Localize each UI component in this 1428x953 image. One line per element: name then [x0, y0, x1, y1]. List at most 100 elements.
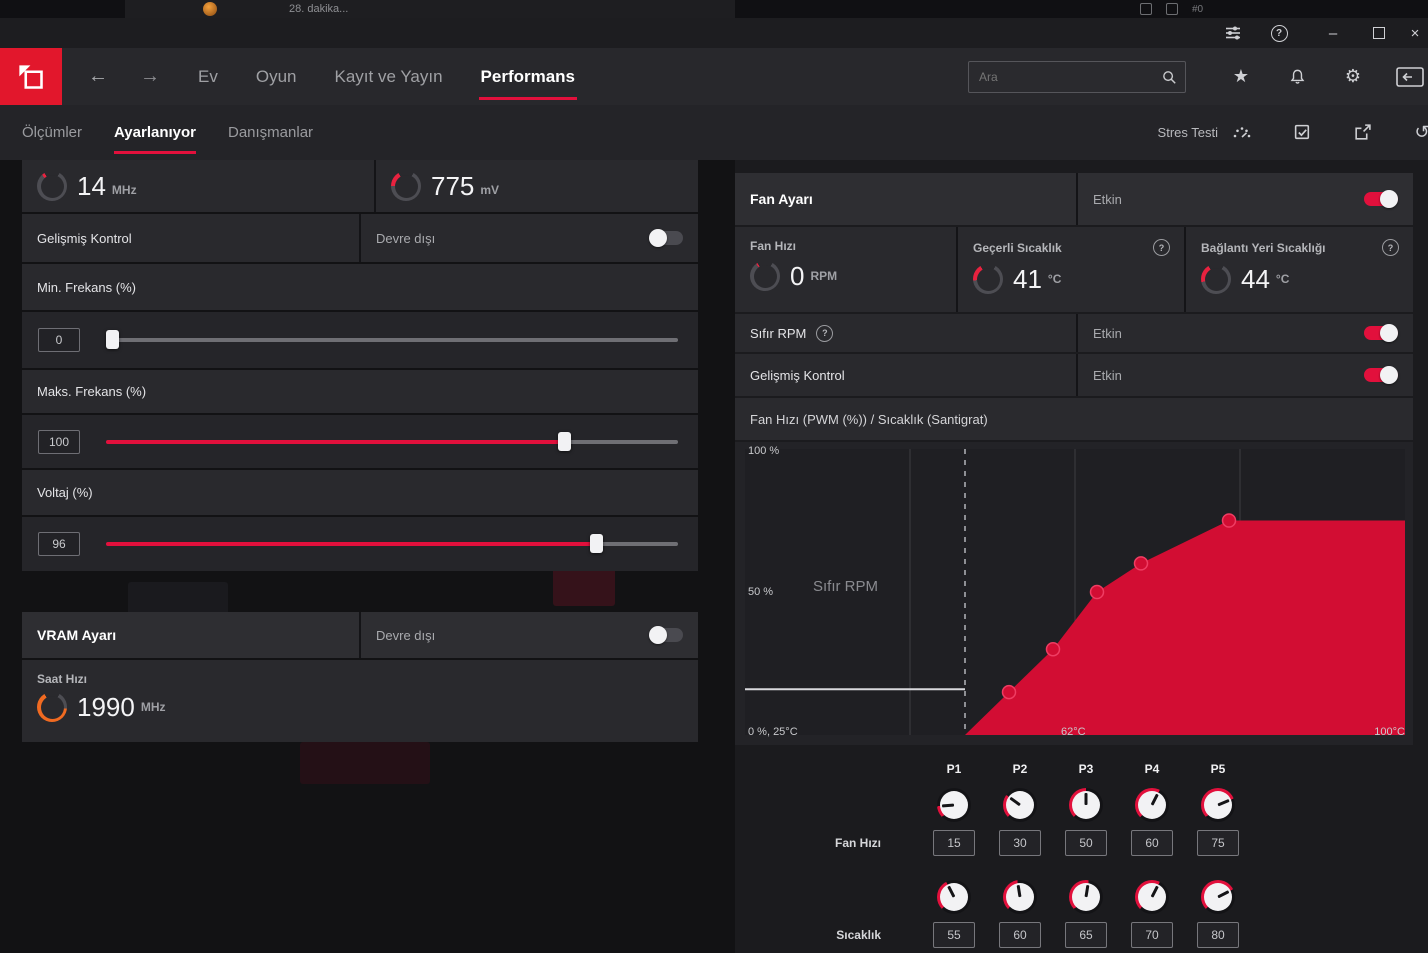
zero-rpm-help-icon[interactable]: ? [816, 324, 834, 342]
stress-test-label: Stres Testi [1157, 125, 1218, 140]
fan-speed-stat-label: Fan Hızı [750, 239, 797, 253]
vram-title: VRAM Ayarı [37, 627, 117, 643]
voltage-value: 775 [431, 170, 475, 201]
vram-clock-gauge [37, 692, 67, 722]
temperature-row-label: Sıcaklık [836, 928, 881, 942]
current-temp-help-icon[interactable]: ? [1153, 239, 1170, 256]
vram-header: VRAM Ayarı [22, 612, 359, 658]
temperature-knob-P2[interactable] [1003, 880, 1037, 914]
max-frequency-value-box[interactable]: 100 [38, 429, 80, 454]
reset-icon[interactable]: ↺ [1410, 121, 1428, 145]
background-window-fragment: 28. dakika... [125, 0, 735, 18]
advanced-control-state: Devre dışı [376, 230, 436, 246]
back-arrow-icon[interactable]: ← [88, 65, 108, 88]
fan-speed-value-P2[interactable]: 30 [999, 830, 1041, 856]
performance-subnav: Ölçümler Ayarlanıyor Danışmanlar Stres T… [0, 105, 1428, 160]
curve-point-header-P1: P1 [946, 762, 962, 776]
tab-tuning[interactable]: Ayarlanıyor [114, 105, 196, 160]
fan-advanced-toggle[interactable] [1364, 366, 1398, 384]
fan-speed-knob-P2[interactable] [1003, 788, 1037, 822]
nav-item-gaming[interactable]: Oyun [256, 48, 297, 105]
maximize-button[interactable] [1356, 18, 1402, 48]
curve-point-header-P5: P5 [1210, 762, 1226, 776]
fan-toggle[interactable] [1364, 190, 1398, 208]
minimize-button[interactable]: – [1310, 18, 1356, 48]
curve-point-header-P3: P3 [1078, 762, 1094, 776]
fan-speed-knob-P1[interactable] [937, 788, 971, 822]
close-button[interactable]: × [1402, 18, 1428, 48]
fan-curve-point-P1[interactable] [1001, 684, 1017, 700]
tuning-icon[interactable] [1210, 18, 1256, 48]
fan-curve-point-P5[interactable] [1221, 513, 1237, 528]
x-axis-100-label: 100°C [1374, 726, 1405, 738]
vram-clock-cell: Saat Hızı 1990 MHz [22, 660, 698, 742]
fan-curve-point-P2[interactable] [1045, 641, 1061, 657]
temperature-knob-P4[interactable] [1135, 880, 1169, 914]
tab-advisors[interactable]: Danışmanlar [228, 105, 313, 160]
curve-point-header-P4: P4 [1144, 762, 1160, 776]
temperature-knob-P3[interactable] [1069, 880, 1103, 914]
temperature-value-P5[interactable]: 80 [1197, 922, 1239, 948]
fan-speed-gauge [750, 261, 780, 291]
gpu-voltage-readout: 775 mV [374, 160, 698, 212]
auto-tuning-check-icon[interactable] [1290, 121, 1314, 145]
notifications-bell-icon[interactable] [1284, 64, 1310, 90]
temperature-knob-P1[interactable] [937, 880, 971, 914]
stress-test-control[interactable]: Stres Testi [1158, 121, 1254, 145]
min-frequency-slider[interactable] [105, 330, 678, 349]
fan-speed-knob-P5[interactable] [1201, 788, 1235, 822]
vram-toggle[interactable] [649, 626, 683, 644]
voltage-value-box[interactable]: 96 [38, 532, 80, 556]
fan-speed-unit: RPM [810, 269, 838, 283]
temperature-value-P3[interactable]: 65 [1065, 922, 1107, 948]
fan-speed-knob-P3[interactable] [1069, 788, 1103, 822]
fan-speed-value-P3[interactable]: 50 [1065, 830, 1107, 856]
voltage-slider-thumb[interactable] [590, 534, 604, 553]
min-frequency-value-box[interactable]: 0 [38, 328, 80, 352]
toggle-knob [649, 229, 667, 247]
nav-item-performance[interactable]: Performans [478, 48, 578, 105]
help-button[interactable]: ? [1256, 18, 1302, 48]
export-profile-icon[interactable] [1350, 121, 1374, 145]
backdrop-remnant [553, 568, 615, 606]
advanced-control-label: Gelişmiş Kontrol [37, 230, 132, 246]
settings-gear-icon[interactable]: ⚙ [1340, 64, 1366, 90]
fan-curve-point-table: P1 P2 P3 P4 P5 Fan Hızı 15 30 50 60 75 Sıcaklık 55 60… [735, 756, 1251, 950]
max-frequency-slider[interactable] [106, 431, 678, 451]
zero-rpm-toggle[interactable] [1364, 324, 1398, 342]
y-axis-50-label: 50 % [748, 586, 774, 598]
profile-panel-icon[interactable] [1394, 64, 1428, 90]
tab-metrics[interactable]: Ölçümler [22, 105, 82, 160]
junction-temp-help-icon[interactable]: ? [1382, 239, 1399, 256]
temperature-value-P2[interactable]: 60 [999, 922, 1041, 948]
amd-logo[interactable] [0, 48, 62, 105]
origin-label: 0 %, 25°C [748, 726, 798, 738]
frequency-unit: MHz [111, 183, 137, 197]
search-input[interactable] [977, 68, 1161, 85]
zero-rpm-label: Sıfır RPM [750, 325, 807, 341]
fan-curve-point-P3[interactable] [1089, 584, 1105, 600]
forward-arrow-icon[interactable]: → [140, 65, 160, 88]
fan-state-cell: Etkin [1076, 173, 1413, 225]
fan-speed-knob-P4[interactable] [1135, 788, 1169, 822]
fan-curve-point-P4[interactable] [1133, 556, 1149, 571]
min-frequency-slider-thumb[interactable] [105, 330, 119, 349]
nav-item-home[interactable]: Ev [198, 48, 218, 105]
current-temp-stat: Geçerli Sıcaklık ? 41 °C [956, 227, 1184, 312]
temperature-value-P1[interactable]: 55 [933, 922, 975, 948]
vram-clock-value: 1990 [77, 692, 135, 722]
favorites-star-icon[interactable]: ★ [1228, 64, 1254, 90]
temperature-value-P4[interactable]: 70 [1131, 922, 1173, 948]
vram-clock-unit: MHz [140, 700, 166, 714]
max-frequency-slider-thumb[interactable] [557, 431, 571, 451]
amd-arrow-icon [19, 64, 43, 89]
advanced-control-toggle[interactable] [649, 229, 683, 247]
fan-speed-value-P1[interactable]: 15 [933, 830, 975, 856]
fan-speed-value-P5[interactable]: 75 [1197, 830, 1239, 856]
fan-speed-value-P4[interactable]: 60 [1131, 830, 1173, 856]
frequency-value: 14 [77, 170, 106, 201]
search-box[interactable] [968, 60, 1186, 93]
voltage-slider[interactable] [106, 534, 678, 553]
nav-item-record-stream[interactable]: Kayıt ve Yayın [334, 48, 442, 105]
temperature-knob-P5[interactable] [1201, 880, 1235, 914]
